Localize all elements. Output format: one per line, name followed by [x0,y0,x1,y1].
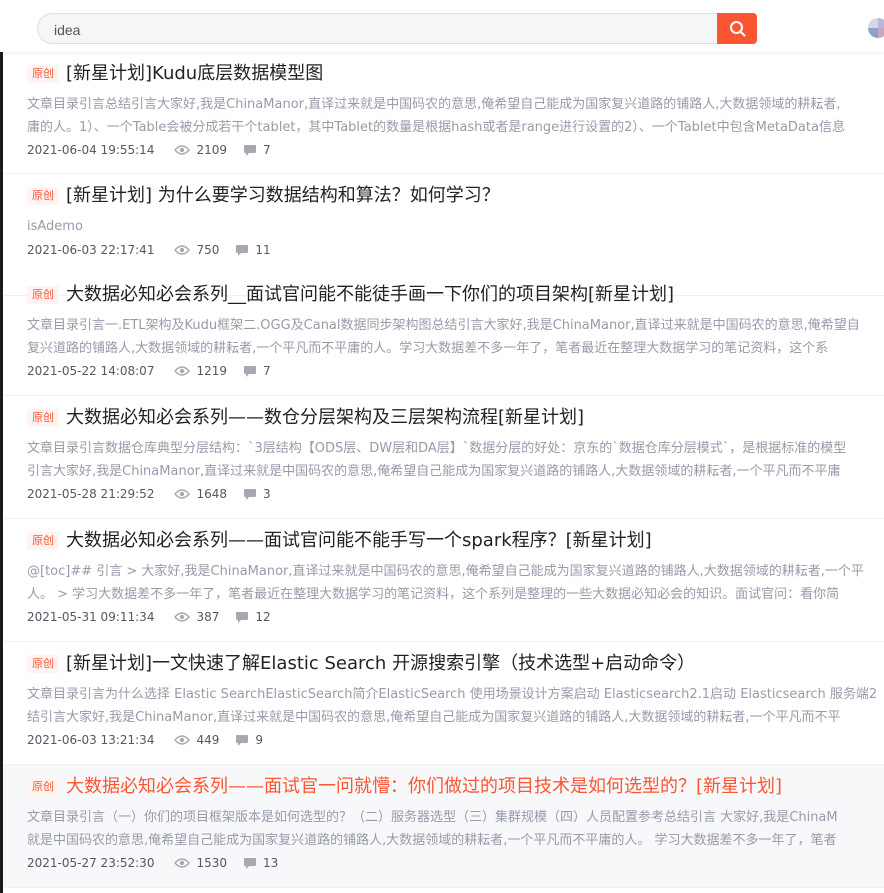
view-count: 1648 [196,487,227,501]
article-title[interactable]: 大数据必知必会系列——面试官问能不能手写一个spark程序？[新星计划] [66,528,652,554]
view-count: 387 [196,610,220,624]
original-badge: 原创 [27,286,59,304]
original-badge: 原创 [27,655,59,673]
article-meta: 2021-05-27 23:52:30 1530 13 [27,855,278,871]
article-meta: 2021-06-03 22:17:41 750 11 [27,242,271,258]
article-list: 原创 [新星计划]Kudu底层数据模型图 文章目录引言总结引言大家好,我是Chi… [3,52,884,893]
article-title[interactable]: 大数据必知必会系列——面试官一问就懵：你们做过的项目技术是如何选型的？[新星计划… [66,774,782,800]
comment-icon [236,244,249,256]
summary-line: 引言大家好,我是ChinaManor,直译过来就是中国码农的意思,俺希望自己能成… [27,464,841,479]
article-item[interactable]: 原创 大数据必知必会系列——面试官问能不能手写一个spark程序？[新星计划] … [3,519,884,642]
publish-date: 2021-05-31 09:11:34 [27,610,155,624]
article-item[interactable]: 原创 大数据必知必会系列——面试官一问就懵：你们做过的项目技术是如何选型的？[新… [3,765,884,888]
comment-count: 3 [263,487,271,501]
eye-icon [174,245,191,255]
search-box[interactable] [37,13,717,45]
view-count: 2109 [196,143,227,157]
article-summary: 文章目录引言数据仓库典型分层结构：`3层结构【ODS层、DW层和DA层】`数据分… [27,437,884,483]
article-meta: 2021-05-22 14:08:07 1219 7 [27,363,271,379]
article-title[interactable]: [新星计划] 为什么要学习数据结构和算法？如何学习？ [66,183,500,209]
top-bar [0,0,884,52]
article-title[interactable]: [新星计划]一文快速了解Elastic Search 开源搜索引擎（技术选型+启… [66,651,695,677]
article-summary: isAdemo [27,215,884,238]
summary-line: 文章目录引言总结引言大家好,我是ChinaManor,直译过来就是中国码农的意思… [27,97,841,112]
article-summary: 文章目录引言为什么选择 Elastic SearchElasticSearch简… [27,683,884,729]
original-badge: 原创 [27,409,59,427]
article-item[interactable]: 原创 大数据必知必会系列——数仓分层架构及三层架构流程[新星计划] 文章目录引言… [3,396,884,519]
summary-line: 庸的人。1）、一个Table会被分成若干个tablet，其中Tablet的数量是… [27,120,845,135]
comment-icon [244,857,256,869]
article-title[interactable]: 大数据必知必会系列——数仓分层架构及三层架构流程[新星计划] [66,405,584,431]
original-badge: 原创 [27,778,59,796]
publish-date: 2021-06-04 19:55:14 [27,143,155,157]
summary-line: 人。 > 学习大数据差不多一年了，笔者最近在整理大数据学习的笔记资料，这个系列是… [27,587,840,602]
publish-date: 2021-06-03 13:21:34 [27,733,155,747]
comment-count: 12 [255,610,271,624]
comment-count: 11 [255,243,271,257]
comment-icon [244,144,256,156]
avatar[interactable] [868,18,884,38]
summary-line: 文章目录引言（一）你们的项目框架版本是如何选型的？（二）服务器选型（三）集群规模… [27,810,838,825]
article-summary: 文章目录引言一.ETL架构及Kudu框架二.OGG及Canal数据同步架构图总结… [27,314,884,360]
summary-line: 复兴道路的铺路人,大数据领域的耕耘者,一个平凡而不平庸的人。学习大数据差不多一年… [27,341,829,356]
summary-line: isAdemo [27,219,83,234]
eye-icon [174,612,191,622]
publish-date: 2021-05-27 23:52:30 [27,856,155,870]
view-count: 750 [196,243,220,257]
comment-icon [236,734,249,746]
summary-line: 就是中国码农的意思,俺希望自己能成为国家复兴道路的铺路人,大数据领域的耕耘者,一… [27,833,837,848]
search-icon [730,21,746,37]
view-count: 449 [196,733,220,747]
comment-icon [244,365,256,377]
eye-icon [174,735,191,745]
article-title[interactable]: 大数据必知必会系列__面试官问能不能徒手画一下你们的项目架构[新星计划] [66,282,674,308]
summary-line: 文章目录引言数据仓库典型分层结构：`3层结构【ODS层、DW层和DA层】`数据分… [27,441,847,456]
summary-line: @[toc]## 引言 > 大家好,我是ChinaManor,直译过来就是中国码… [27,564,864,579]
article-summary: 文章目录引言总结引言大家好,我是ChinaManor,直译过来就是中国码农的意思… [27,93,884,139]
comment-count: 7 [263,143,271,157]
article-item[interactable]: 原创 [新星计划]一文快速了解Elastic Search 开源搜索引擎（技术选… [3,642,884,765]
article-meta: 2021-05-28 21:29:52 1648 3 [27,486,271,502]
summary-line: 文章目录引言一.ETL架构及Kudu框架二.OGG及Canal数据同步架构图总结… [27,318,860,333]
original-badge: 原创 [27,65,59,83]
publish-date: 2021-05-28 21:29:52 [27,487,155,501]
article-summary: @[toc]## 引言 > 大家好,我是ChinaManor,直译过来就是中国码… [27,560,884,606]
original-badge: 原创 [27,187,59,205]
view-count: 1530 [196,856,227,870]
eye-icon [174,489,191,499]
search-input[interactable] [52,14,696,45]
eye-icon [174,858,191,868]
comment-count: 7 [263,364,271,378]
eye-icon [174,366,191,376]
comment-count: 13 [263,856,279,870]
article-item[interactable]: 原创 [新星计划]Kudu底层数据模型图 文章目录引言总结引言大家好,我是Chi… [3,52,884,174]
summary-line: 结引言大家好,我是ChinaManor,直译过来就是中国码农的意思,俺希望自己能… [27,710,841,725]
comment-icon [244,488,256,500]
article-meta: 2021-06-03 13:21:34 449 9 [27,732,263,748]
article-meta: 2021-05-31 09:11:34 387 12 [27,609,271,625]
publish-date: 2021-05-22 14:08:07 [27,364,155,378]
comment-icon [236,611,249,623]
article-item[interactable]: 原创 大数据必知必会系列__面试官问能不能徒手画一下你们的项目架构[新星计划] … [3,273,884,396]
publish-date: 2021-06-03 22:17:41 [27,243,155,257]
article-title[interactable]: [新星计划]Kudu底层数据模型图 [66,61,323,87]
summary-line: 文章目录引言为什么选择 Elastic SearchElasticSearch简… [27,687,878,702]
search-button[interactable] [717,13,757,44]
article-summary: 文章目录引言（一）你们的项目框架版本是如何选型的？（二）服务器选型（三）集群规模… [27,806,884,852]
eye-icon [174,145,191,155]
original-badge: 原创 [27,532,59,550]
article-meta: 2021-06-04 19:55:14 2109 7 [27,142,271,158]
comment-count: 9 [255,733,263,747]
view-count: 1219 [196,364,227,378]
